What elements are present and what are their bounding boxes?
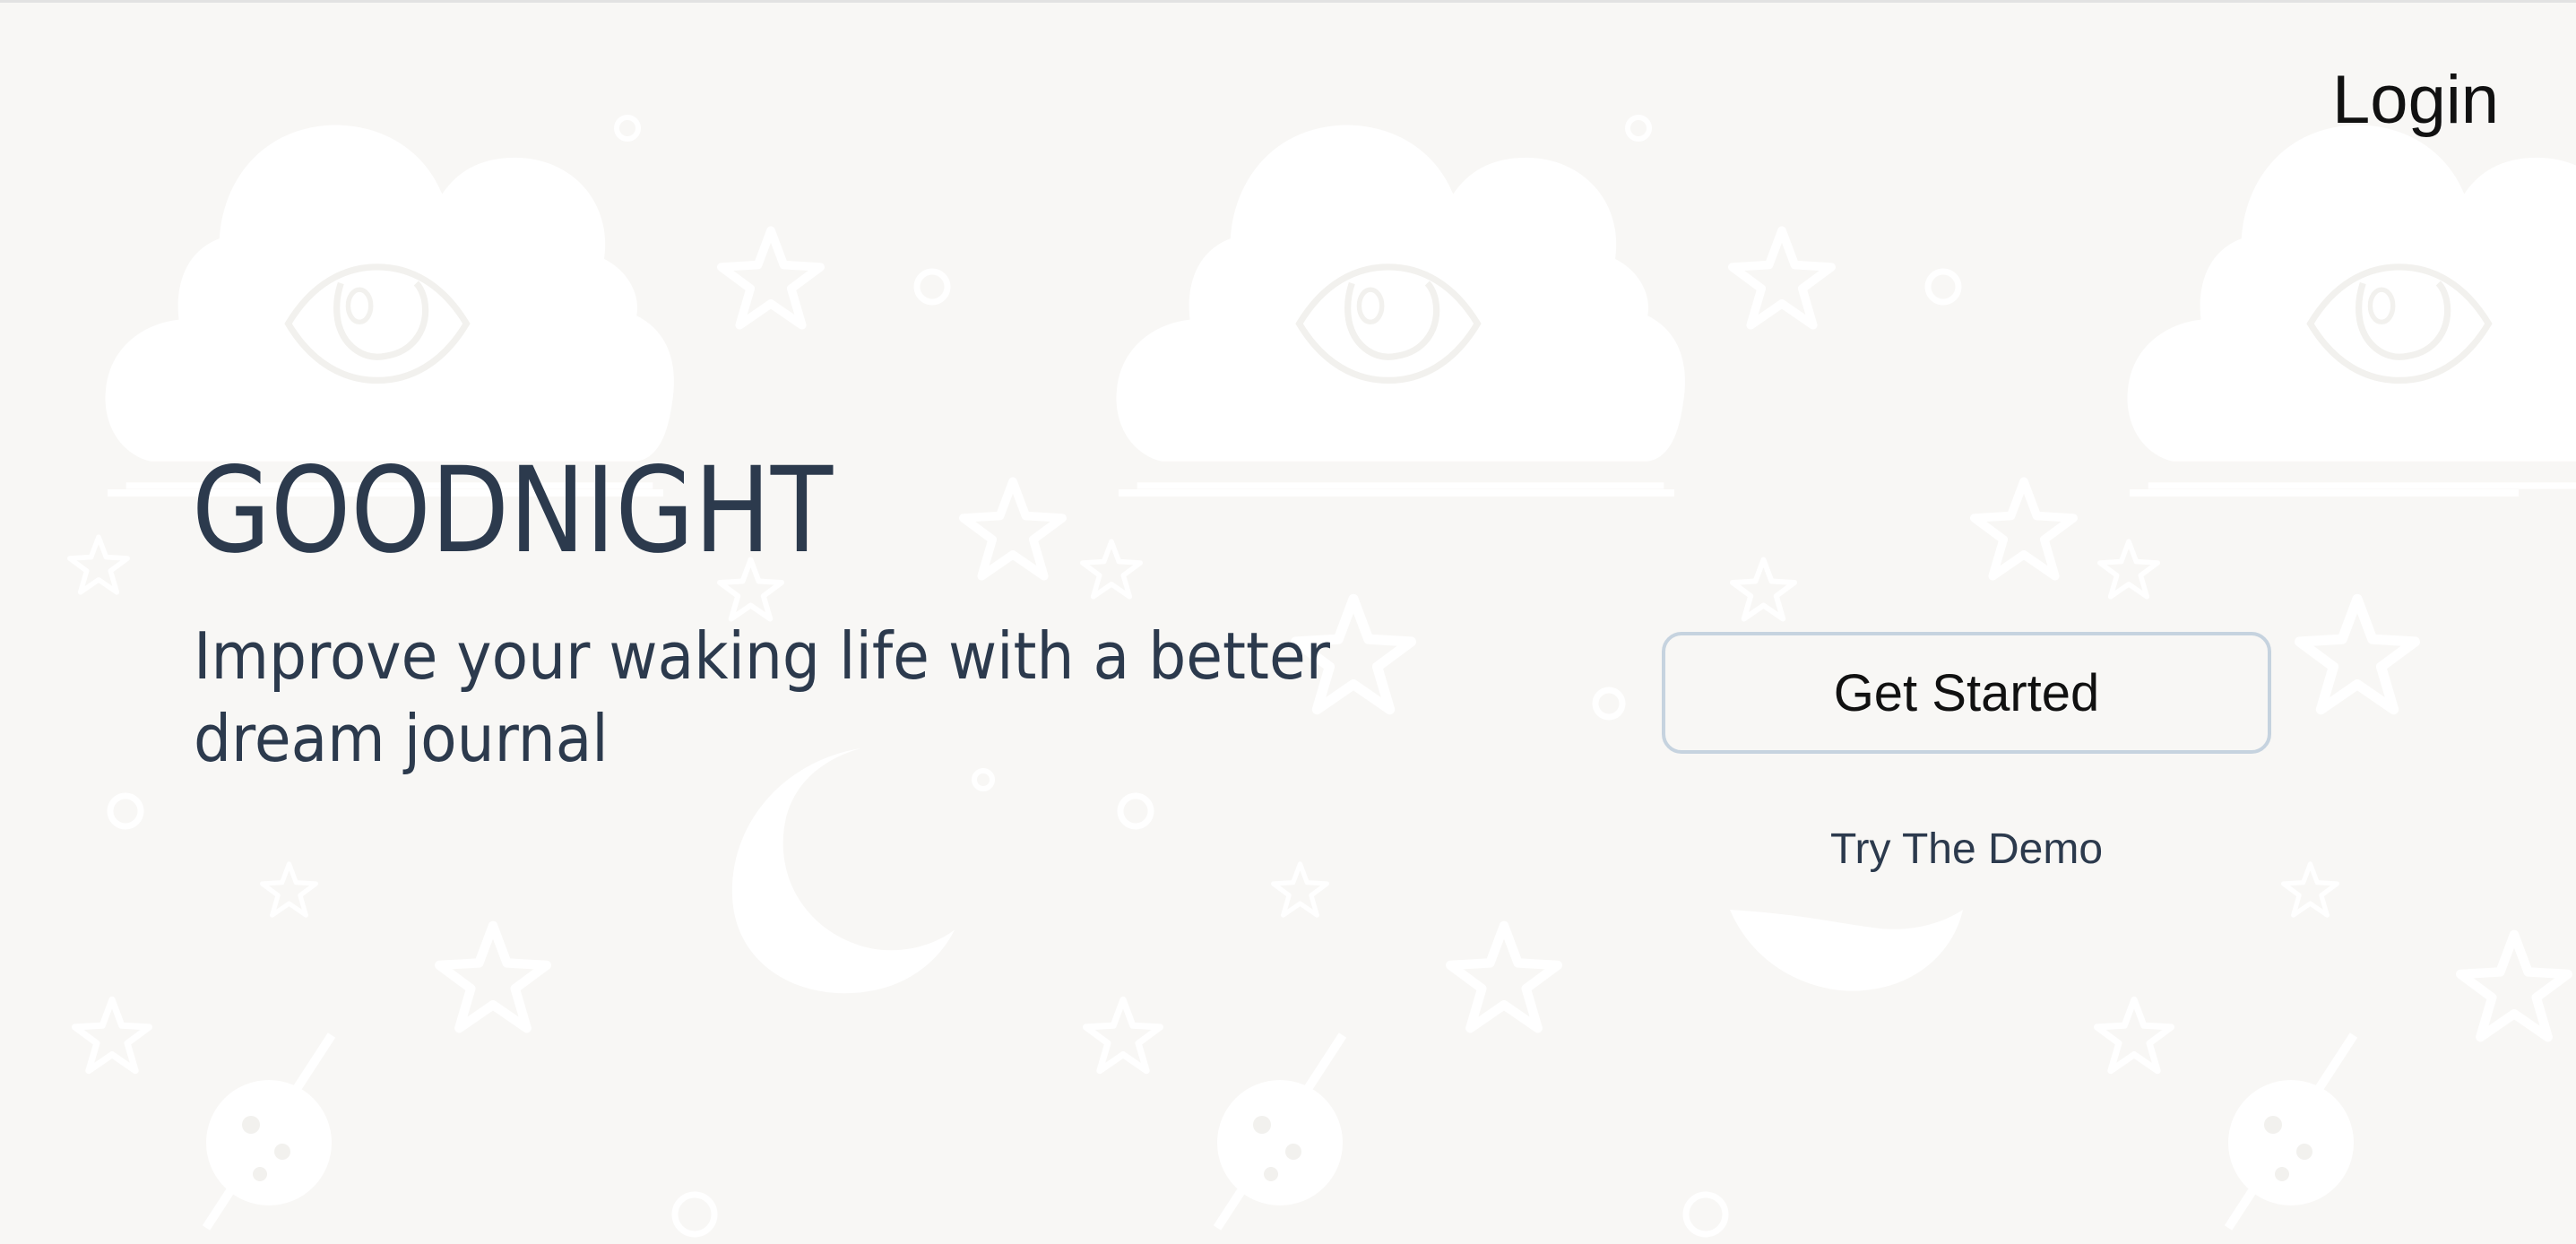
brand-title: GOODNIGHT bbox=[192, 442, 834, 580]
get-started-button[interactable]: Get Started bbox=[1662, 632, 2271, 754]
hero-tagline: Improve your waking life with a better d… bbox=[194, 618, 1330, 776]
login-link[interactable]: Login bbox=[2332, 66, 2499, 134]
try-demo-link[interactable]: Try The Demo bbox=[1662, 825, 2271, 874]
